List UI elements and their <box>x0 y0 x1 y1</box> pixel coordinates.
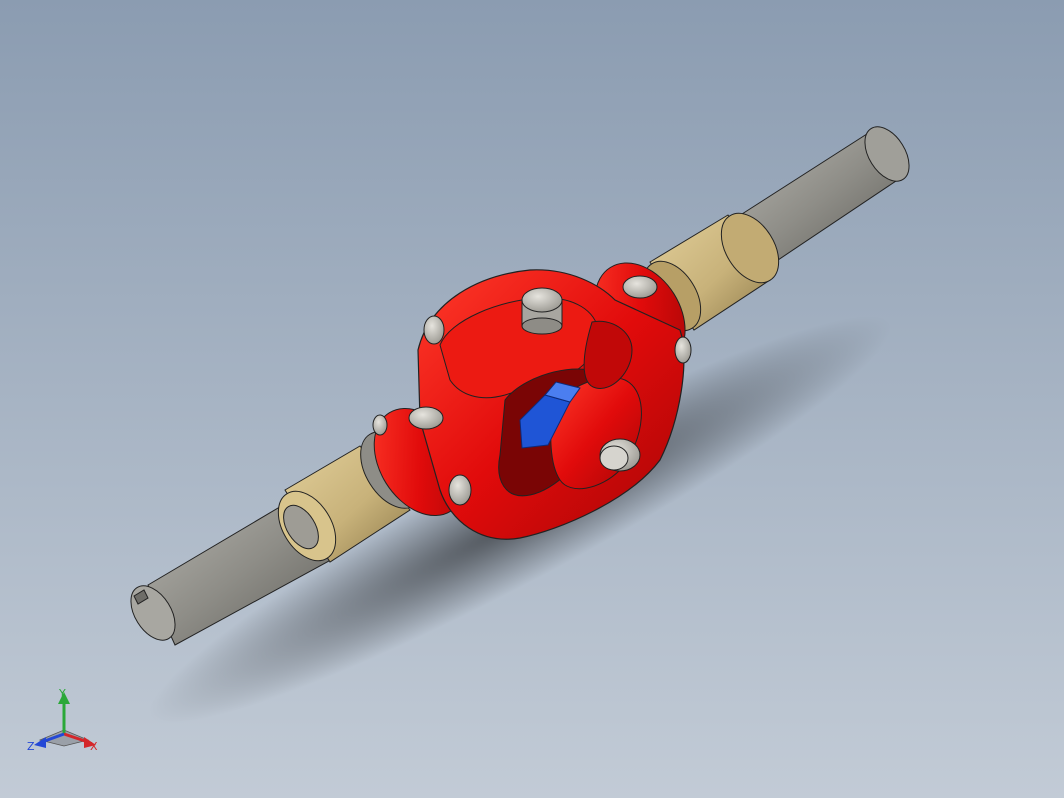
pin-top[interactable] <box>521 287 563 335</box>
set-screw-left-hub-top[interactable] <box>408 406 444 430</box>
pin-left[interactable] <box>423 315 445 345</box>
z-axis-arrow <box>34 737 46 748</box>
model-view[interactable] <box>0 0 1064 798</box>
graphics-viewport[interactable]: Y X Z <box>0 0 1064 798</box>
z-axis-label: Z <box>27 740 35 753</box>
set-screw-right-hub-top[interactable] <box>622 275 658 299</box>
pin-right[interactable] <box>674 336 692 364</box>
pin-front[interactable] <box>599 438 641 472</box>
set-screw-left-hub-back[interactable] <box>372 414 388 436</box>
y-axis-label: Y <box>58 687 66 700</box>
x-axis-label: X <box>90 740 98 753</box>
axis-triad: Y X Z <box>27 687 98 753</box>
set-screw-left-hub-side[interactable] <box>448 474 472 506</box>
